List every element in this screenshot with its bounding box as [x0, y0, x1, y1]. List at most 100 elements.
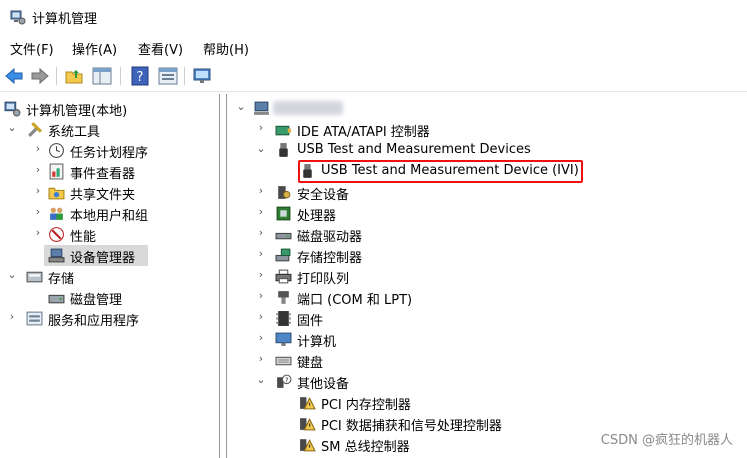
security-device-icon: [278, 186, 291, 199]
tree-item-system-tools[interactable]: ⌄ 系统工具: [0, 119, 219, 140]
chevron-right-icon[interactable]: ›: [32, 226, 44, 239]
chevron-right-icon[interactable]: ›: [32, 184, 44, 197]
chevron-down-icon[interactable]: ⌄: [6, 268, 18, 281]
chevron-right-icon[interactable]: ›: [255, 268, 267, 281]
warning-device-icon: [300, 397, 316, 410]
show-hide-tree-icon[interactable]: [92, 66, 112, 86]
tree-label: 存储: [48, 272, 75, 287]
tree-label: 磁盘管理: [70, 293, 123, 308]
chevron-right-icon[interactable]: ›: [255, 289, 267, 302]
disk-drive-icon: [275, 232, 292, 240]
tree-label: 本地用户和组: [70, 209, 149, 224]
svg-text:?: ?: [137, 70, 144, 85]
tree-label: 事件查看器: [70, 167, 136, 182]
chevron-down-icon[interactable]: ⌄: [255, 142, 267, 155]
computer-icon: [254, 101, 269, 115]
toolbar-separator: [184, 67, 185, 85]
device-tree: ⌄ › IDE ATA/ATAPI 控制器 ⌄ USB Test and Mea…: [226, 94, 747, 458]
device-category-disk-drives[interactable]: › 磁盘驱动器: [227, 224, 747, 245]
chevron-right-icon[interactable]: ›: [255, 121, 267, 134]
device-manager-icon: [48, 248, 65, 263]
help-icon[interactable]: ?: [130, 66, 150, 86]
tree-item-device-manager[interactable]: 设备管理器: [0, 245, 219, 266]
device-tree-root[interactable]: ⌄: [227, 98, 747, 119]
device-category-security[interactable]: › 安全设备: [227, 182, 747, 203]
watermark: CSDN @疯狂的机器人: [600, 433, 733, 448]
menu-help[interactable]: 帮助(H): [203, 39, 249, 58]
device-category-print-queues[interactable]: › 打印队列: [227, 266, 747, 287]
chevron-right-icon[interactable]: ›: [255, 247, 267, 260]
navigation-tree: 计算机管理(本地) ⌄ 系统工具 › 任务计划程序 › 事件查看器 › 共享文件…: [0, 94, 220, 458]
tree-label: 处理器: [297, 209, 337, 224]
chevron-right-icon[interactable]: ›: [6, 310, 18, 323]
device-category-firmware[interactable]: › 固件: [227, 308, 747, 329]
chevron-down-icon[interactable]: ⌄: [255, 373, 267, 386]
chevron-right-icon[interactable]: ›: [255, 331, 267, 344]
up-folder-icon[interactable]: [64, 66, 84, 86]
svg-text:?: ?: [285, 376, 289, 385]
tree-item-event-viewer[interactable]: › 事件查看器: [0, 161, 219, 182]
chevron-right-icon[interactable]: ›: [32, 163, 44, 176]
chevron-right-icon[interactable]: ›: [255, 352, 267, 365]
device-category-keyboard[interactable]: › 键盘: [227, 350, 747, 371]
chevron-right-icon[interactable]: ›: [32, 142, 44, 155]
tree-label: 固件: [297, 314, 324, 329]
tree-label: 服务和应用程序: [48, 314, 140, 329]
tree-label: USB Test and Measurement Devices: [297, 142, 531, 157]
tree-label: 打印队列: [297, 272, 350, 287]
tree-label: 任务计划程序: [70, 146, 149, 161]
device-category-storage-controllers[interactable]: › 存储控制器: [227, 245, 747, 266]
tree-label: 计算机管理(本地): [26, 104, 128, 119]
usb-icon: [279, 143, 288, 157]
tree-item-performance[interactable]: › 性能: [0, 224, 219, 245]
processor-icon: [276, 206, 291, 221]
usb-device-icon: [303, 164, 312, 178]
device-pci-memory-controller[interactable]: PCI 内存控制器: [227, 392, 747, 413]
tree-item-computer-management[interactable]: 计算机管理(本地): [0, 98, 219, 119]
back-icon[interactable]: [4, 66, 24, 86]
tree-label: 端口 (COM 和 LPT): [297, 293, 413, 308]
window-title: 计算机管理: [32, 12, 98, 27]
tree-label: 计算机: [297, 335, 337, 350]
chevron-down-icon[interactable]: ⌄: [235, 100, 247, 113]
chevron-right-icon[interactable]: ›: [32, 205, 44, 218]
menu-action[interactable]: 操作(A): [72, 39, 117, 58]
tree-item-local-users-groups[interactable]: › 本地用户和组: [0, 203, 219, 224]
chevron-right-icon[interactable]: ›: [255, 205, 267, 218]
menu-file[interactable]: 文件(F): [10, 39, 54, 58]
tree-item-shared-folders[interactable]: › 共享文件夹: [0, 182, 219, 203]
chevron-right-icon[interactable]: ›: [255, 310, 267, 323]
warning-device-icon: [300, 418, 316, 431]
users-icon: [50, 207, 63, 220]
services-icon: [26, 311, 43, 326]
device-category-usb-tmc[interactable]: ⌄ USB Test and Measurement Devices: [227, 140, 747, 161]
device-category-ide[interactable]: › IDE ATA/ATAPI 控制器: [227, 119, 747, 140]
toolbar: ?: [0, 61, 747, 92]
tree-item-task-scheduler[interactable]: › 任务计划程序: [0, 140, 219, 161]
other-devices-icon: ?: [277, 374, 292, 388]
shared-folder-icon: [48, 187, 65, 200]
device-usb-tmc-ivi[interactable]: USB Test and Measurement Device (IVI): [227, 161, 747, 182]
chevron-down-icon[interactable]: ⌄: [6, 121, 18, 134]
storage-icon: [26, 271, 43, 283]
disk-icon: [48, 294, 65, 304]
forward-icon[interactable]: [30, 66, 50, 86]
warning-device-icon: [300, 439, 316, 452]
device-category-computer[interactable]: › 计算机: [227, 329, 747, 350]
menu-view[interactable]: 查看(V): [138, 39, 183, 58]
computer-management-icon: [4, 101, 21, 117]
properties-icon[interactable]: [158, 66, 178, 86]
tree-label: IDE ATA/ATAPI 控制器: [297, 125, 430, 140]
tree-item-disk-management[interactable]: 磁盘管理: [0, 287, 219, 308]
device-category-ports[interactable]: › 端口 (COM 和 LPT): [227, 287, 747, 308]
tree-item-storage[interactable]: ⌄ 存储: [0, 266, 219, 287]
tree-item-services-applications[interactable]: › 服务和应用程序: [0, 308, 219, 329]
monitor-icon[interactable]: [192, 66, 212, 86]
tree-label: 其他设备: [297, 377, 350, 392]
device-category-processor[interactable]: › 处理器: [227, 203, 747, 224]
firmware-icon: [276, 311, 291, 326]
performance-icon: [49, 227, 64, 242]
chevron-right-icon[interactable]: ›: [255, 184, 267, 197]
device-category-other-devices[interactable]: ⌄ ? 其他设备: [227, 371, 747, 392]
chevron-right-icon[interactable]: ›: [255, 226, 267, 239]
